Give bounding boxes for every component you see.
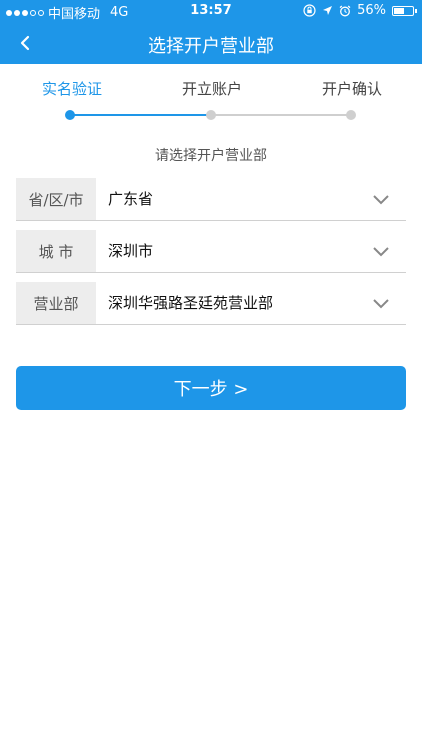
step-track-completed [70, 114, 210, 116]
status-bar: 中国移动 4G 13:57 56% [0, 0, 422, 22]
status-icons: 56% [303, 3, 417, 18]
branch-label: 营业部 [16, 282, 96, 324]
alarm-icon [339, 5, 351, 16]
step-dot-active [65, 110, 75, 120]
city-label: 城 市 [16, 230, 96, 272]
select-prompt: 请选择开户营业部 [155, 148, 267, 164]
step-label-open-account: 开立账户 [182, 80, 243, 98]
province-value: 广东省 [108, 190, 154, 208]
branch-select[interactable]: 营业部 深圳华强路圣廷苑营业部 [16, 282, 406, 325]
step-dot [206, 110, 216, 120]
battery-percent: 56% [357, 3, 386, 18]
battery-fill [394, 7, 405, 14]
rotation-lock-icon [303, 4, 316, 17]
province-select[interactable]: 省/区/市 广东省 [16, 178, 406, 221]
chevron-down-icon [373, 195, 389, 205]
city-select[interactable]: 城 市 深圳市 [16, 230, 406, 273]
chevron-down-icon [373, 299, 389, 309]
battery-icon [392, 5, 417, 16]
nav-bar: 选择开户营业部 [0, 22, 422, 64]
branch-value: 深圳华强路圣廷苑营业部 [108, 294, 274, 312]
step-track-pending [211, 114, 351, 116]
step-label-confirm: 开户确认 [322, 80, 383, 98]
page-title: 选择开户营业部 [148, 36, 274, 57]
location-arrow-icon [323, 6, 333, 15]
city-value: 深圳市 [108, 242, 154, 260]
step-dot [346, 110, 356, 120]
battery-cap [415, 8, 417, 13]
step-label-verify: 实名验证 [42, 80, 103, 98]
step-indicator: 实名验证 开立账户 开户确认 [0, 64, 422, 134]
next-step-button[interactable]: 下一步 > [16, 366, 406, 410]
province-label: 省/区/市 [16, 178, 96, 220]
chevron-down-icon [373, 247, 389, 257]
